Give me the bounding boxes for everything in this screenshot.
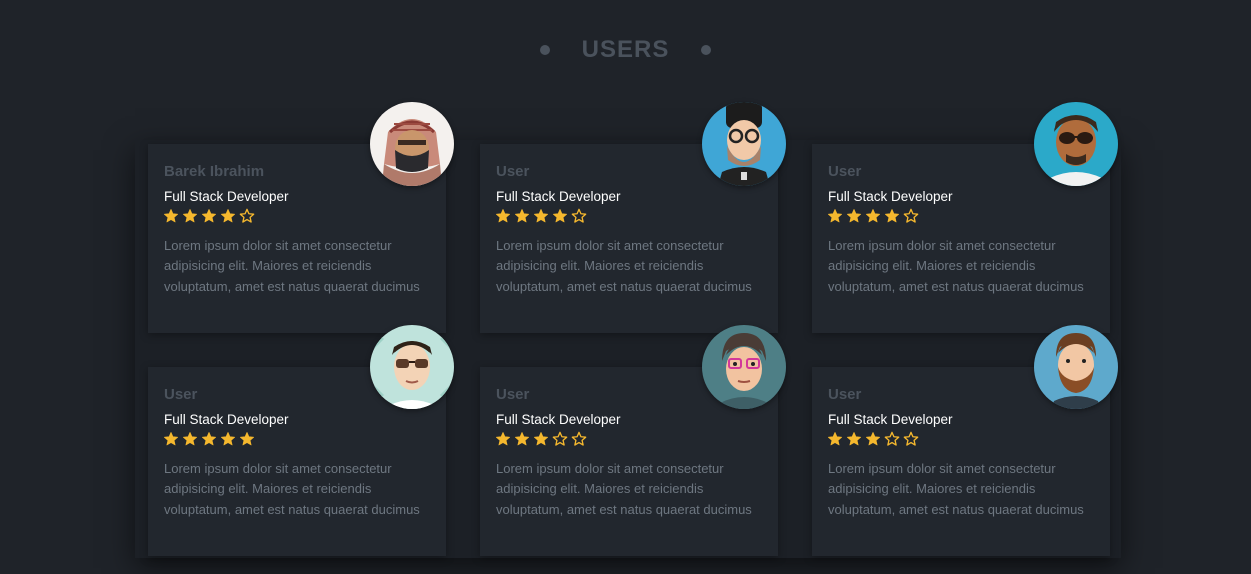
user-name: User <box>496 163 530 180</box>
user-name: User <box>164 386 198 403</box>
title-dot-left <box>539 45 550 55</box>
star-filled-icon <box>828 432 842 446</box>
users-page: USERS Barek Ibrahim Full Stack Developer… <box>0 0 1251 574</box>
star-empty-icon <box>552 431 568 446</box>
star-empty-icon <box>903 208 919 223</box>
star-filled-icon <box>496 209 510 223</box>
user-role: Full Stack Developer <box>496 412 621 427</box>
star-filled-icon <box>202 432 216 446</box>
star-rating <box>495 208 587 224</box>
avatar-pink-glasses-icon <box>702 325 786 409</box>
star-empty-icon <box>884 431 900 446</box>
section-title: USERS <box>581 36 670 63</box>
star-filled-icon <box>866 432 880 446</box>
user-description: Lorem ipsum dolor sit amet consectetur a… <box>496 461 752 517</box>
star-filled-icon <box>847 209 861 223</box>
star-filled-icon <box>534 209 548 223</box>
star-filled-icon <box>847 432 861 446</box>
star-rating <box>827 208 919 224</box>
star-filled-icon <box>866 209 880 223</box>
user-role: Full Stack Developer <box>496 189 621 204</box>
avatar-bearded-glasses-icon <box>702 102 786 186</box>
star-filled-icon <box>183 209 197 223</box>
star-filled-icon <box>164 209 178 223</box>
star-filled-icon <box>221 432 235 446</box>
star-rating <box>827 431 919 447</box>
user-role: Full Stack Developer <box>828 412 953 427</box>
star-empty-icon <box>239 208 255 223</box>
user-name: User <box>828 386 862 403</box>
user-name: Barek Ibrahim <box>164 163 265 180</box>
star-rating <box>163 208 255 224</box>
star-filled-icon <box>534 432 548 446</box>
star-filled-icon <box>240 432 254 446</box>
star-filled-icon <box>515 432 529 446</box>
avatar-shades-icon <box>370 325 454 409</box>
star-empty-icon <box>903 431 919 446</box>
user-name: User <box>496 386 530 403</box>
user-description: Lorem ipsum dolor sit amet consectetur a… <box>164 461 420 517</box>
star-filled-icon <box>515 209 529 223</box>
star-filled-icon <box>202 209 216 223</box>
title-dot-right <box>701 45 712 55</box>
user-role: Full Stack Developer <box>164 412 289 427</box>
star-filled-icon <box>828 209 842 223</box>
star-rating <box>495 431 587 447</box>
section-header: USERS <box>0 36 1251 64</box>
star-filled-icon <box>221 209 235 223</box>
user-description: Lorem ipsum dolor sit amet consectetur a… <box>828 461 1084 517</box>
star-filled-icon <box>885 209 899 223</box>
star-filled-icon <box>496 432 510 446</box>
star-filled-icon <box>553 209 567 223</box>
user-description: Lorem ipsum dolor sit amet consectetur a… <box>164 238 420 294</box>
user-role: Full Stack Developer <box>164 189 289 204</box>
star-empty-icon <box>571 208 587 223</box>
star-empty-icon <box>571 431 587 446</box>
avatar-bearded-man-icon <box>1034 325 1118 409</box>
user-description: Lorem ipsum dolor sit amet consectetur a… <box>496 238 752 294</box>
user-description: Lorem ipsum dolor sit amet consectetur a… <box>828 238 1084 294</box>
star-rating <box>163 431 255 447</box>
user-name: User <box>828 163 862 180</box>
avatar-keffiyeh-icon <box>370 102 454 186</box>
star-filled-icon <box>164 432 178 446</box>
avatar-sunglasses-icon <box>1034 102 1118 186</box>
user-role: Full Stack Developer <box>828 189 953 204</box>
star-filled-icon <box>183 432 197 446</box>
